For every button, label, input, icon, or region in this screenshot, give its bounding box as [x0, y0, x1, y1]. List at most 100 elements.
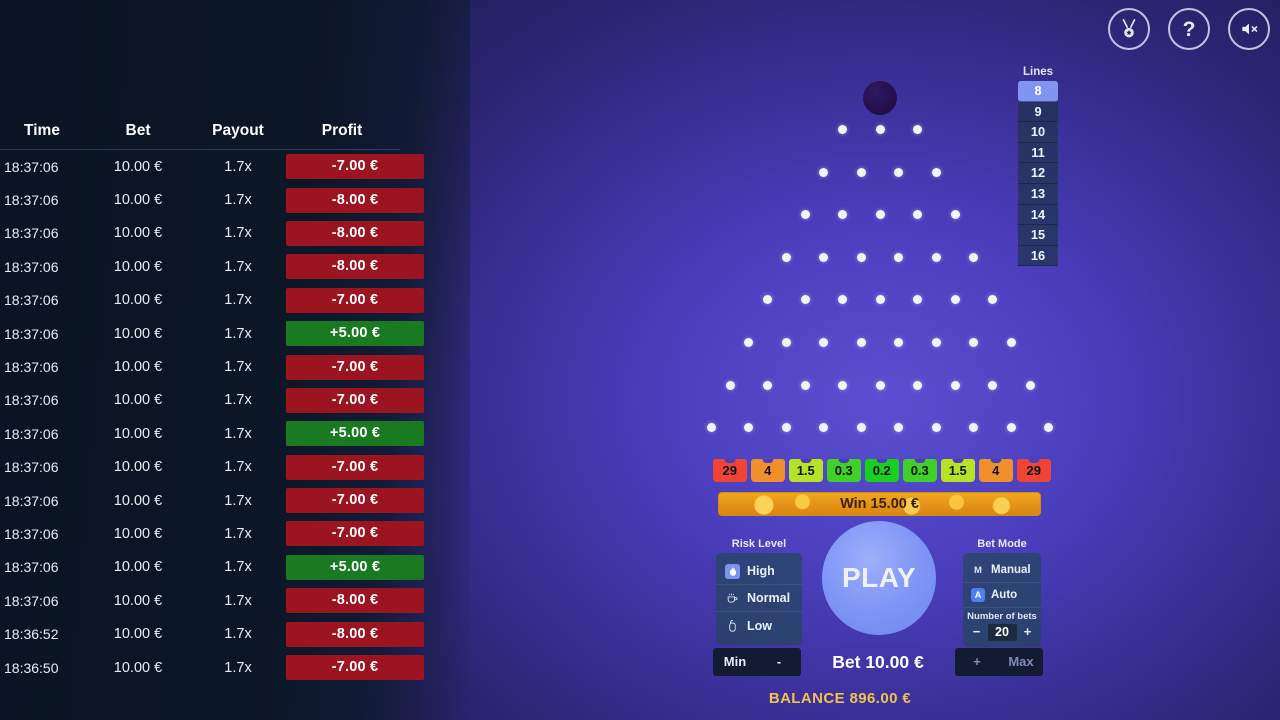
peg — [988, 295, 997, 305]
cup-icon — [725, 591, 740, 606]
risk-level-title: Risk Level — [731, 538, 787, 550]
column-header-bet: Bet — [125, 121, 151, 139]
bet-increment-button[interactable]: + — [955, 648, 999, 676]
help-button[interactable]: ? — [1168, 8, 1210, 50]
risk-option-low[interactable]: Low — [716, 612, 802, 639]
play-button-label: PLAY — [841, 562, 917, 593]
cell-profit: -7.00 € — [284, 387, 424, 413]
table-body: 18:37:06 10.00 € 1.7x -7.00 € 18:37:06 10.00 … — [0, 150, 424, 684]
achievements-button[interactable] — [1108, 8, 1150, 50]
cell-payout: 1.7x — [224, 459, 252, 476]
cell-profit: +5.00 € — [284, 321, 424, 347]
profit-badge: +5.00 € — [286, 554, 424, 580]
number-of-bets-decrement[interactable]: − — [969, 624, 985, 641]
bet-max-button[interactable]: Max — [999, 648, 1043, 676]
cell-bet: 10.00 € — [113, 626, 163, 643]
cell-profit: -8.00 € — [284, 220, 424, 246]
peg — [744, 338, 754, 347]
bet-mode-badge-m: M — [974, 564, 982, 576]
peg — [856, 338, 866, 347]
bet-decrement-button[interactable]: - — [757, 648, 801, 676]
peg — [894, 252, 904, 262]
cell-profit: -7.00 € — [284, 454, 424, 480]
cell-profit: -8.00 € — [284, 187, 424, 213]
peg — [781, 338, 791, 347]
lock-icon — [725, 618, 740, 633]
cell-payout: 1.7x — [224, 492, 252, 509]
risk-option-label: Low — [747, 618, 772, 633]
plinko-ball — [863, 81, 897, 115]
peg — [913, 380, 922, 390]
peg — [988, 380, 997, 390]
number-of-bets-value[interactable]: 20 — [987, 624, 1017, 641]
profit-badge: -7.00 € — [286, 521, 424, 547]
question-mark-icon: ? — [1182, 17, 1196, 41]
multiplier-row: 29 4 1.5 0.3 0.2 0.3 1.5 4 29 — [713, 459, 1051, 482]
bet-controls: Min - Bet 10.00 € + Max — [713, 648, 1043, 676]
table-row: 18:37:06 10.00 € 1.7x -7.00 € — [0, 384, 424, 417]
peg — [838, 210, 847, 220]
peg — [969, 252, 979, 262]
play-button[interactable]: PLAY — [822, 521, 936, 635]
risk-option-high[interactable]: High — [716, 558, 802, 585]
cell-payout: 1.7x — [224, 225, 252, 242]
column-header-payout: Payout — [212, 121, 264, 139]
risk-option-normal[interactable]: Normal — [716, 585, 802, 612]
multiplier-cell: 29 — [1017, 459, 1051, 482]
cell-time: 18:37:06 — [4, 359, 59, 376]
balance-display: BALANCE 896.00 € — [768, 690, 912, 707]
bet-mode-option-manual[interactable]: M Manual — [963, 558, 1041, 583]
table-row: 18:37:06 10.00 € 1.7x -7.00 € — [0, 150, 424, 183]
cell-payout: 1.7x — [224, 425, 252, 442]
cell-bet: 10.00 € — [113, 258, 163, 275]
cell-bet: 10.00 € — [113, 559, 163, 576]
peg — [725, 380, 735, 390]
table-row: 18:37:06 10.00 € 1.7x -7.00 € — [0, 484, 424, 517]
speaker-muted-icon — [1242, 23, 1258, 35]
cell-profit: -7.00 € — [284, 488, 424, 514]
peg — [875, 380, 885, 390]
number-of-bets-label: Number of bets — [967, 611, 1037, 622]
cell-payout: 1.7x — [224, 359, 252, 376]
peg — [950, 295, 960, 305]
sound-toggle-button[interactable] — [1228, 8, 1270, 50]
peg — [819, 167, 829, 177]
peg — [894, 423, 904, 433]
profit-badge: -8.00 € — [286, 220, 424, 246]
peg — [969, 338, 979, 347]
cell-profit: +5.00 € — [284, 554, 424, 580]
cell-bet: 10.00 € — [113, 225, 163, 242]
table-header-row: Time Bet Payout Profit — [0, 112, 400, 150]
bet-decrease-group: Min - — [713, 648, 801, 676]
bet-min-button[interactable]: Min — [713, 648, 757, 676]
cell-bet: 10.00 € — [113, 659, 163, 676]
table-row: 18:37:06 10.00 € 1.7x -8.00 € — [0, 217, 424, 250]
bet-mode-option-auto[interactable]: A Auto — [963, 583, 1041, 608]
cell-profit: -7.00 € — [284, 354, 424, 380]
bet-mode-options: M Manual A Auto — [963, 558, 1041, 608]
cell-time: 18:37:06 — [4, 292, 59, 309]
peg — [838, 380, 847, 390]
table-row: 18:36:50 10.00 € 1.7x -7.00 € — [0, 651, 424, 684]
bet-increase-group: + Max — [955, 648, 1043, 676]
cell-bet: 10.00 € — [113, 192, 163, 209]
multiplier-cell: 1.5 — [789, 459, 823, 482]
number-of-bets-increment[interactable]: + — [1020, 624, 1036, 641]
cell-payout: 1.7x — [224, 659, 252, 676]
cell-profit: +5.00 € — [284, 421, 424, 447]
cell-profit: -8.00 € — [284, 254, 424, 280]
bet-mode-panel: Bet Mode M Manual A Auto Number of bets − 2… — [963, 538, 1041, 647]
peg — [838, 295, 847, 305]
cell-payout: 1.7x — [224, 525, 252, 542]
profit-badge: -7.00 € — [286, 454, 424, 480]
peg — [875, 125, 885, 134]
cell-payout: 1.7x — [224, 325, 252, 342]
cell-bet: 10.00 € — [113, 158, 163, 175]
cell-time: 18:37:06 — [4, 225, 59, 242]
peg — [913, 295, 922, 305]
profit-badge: -7.00 € — [286, 354, 424, 380]
multiplier-cell: 4 — [979, 459, 1013, 482]
risk-option-label: Normal — [747, 591, 791, 605]
peg — [1025, 380, 1035, 390]
cell-time: 18:37:06 — [4, 392, 59, 409]
